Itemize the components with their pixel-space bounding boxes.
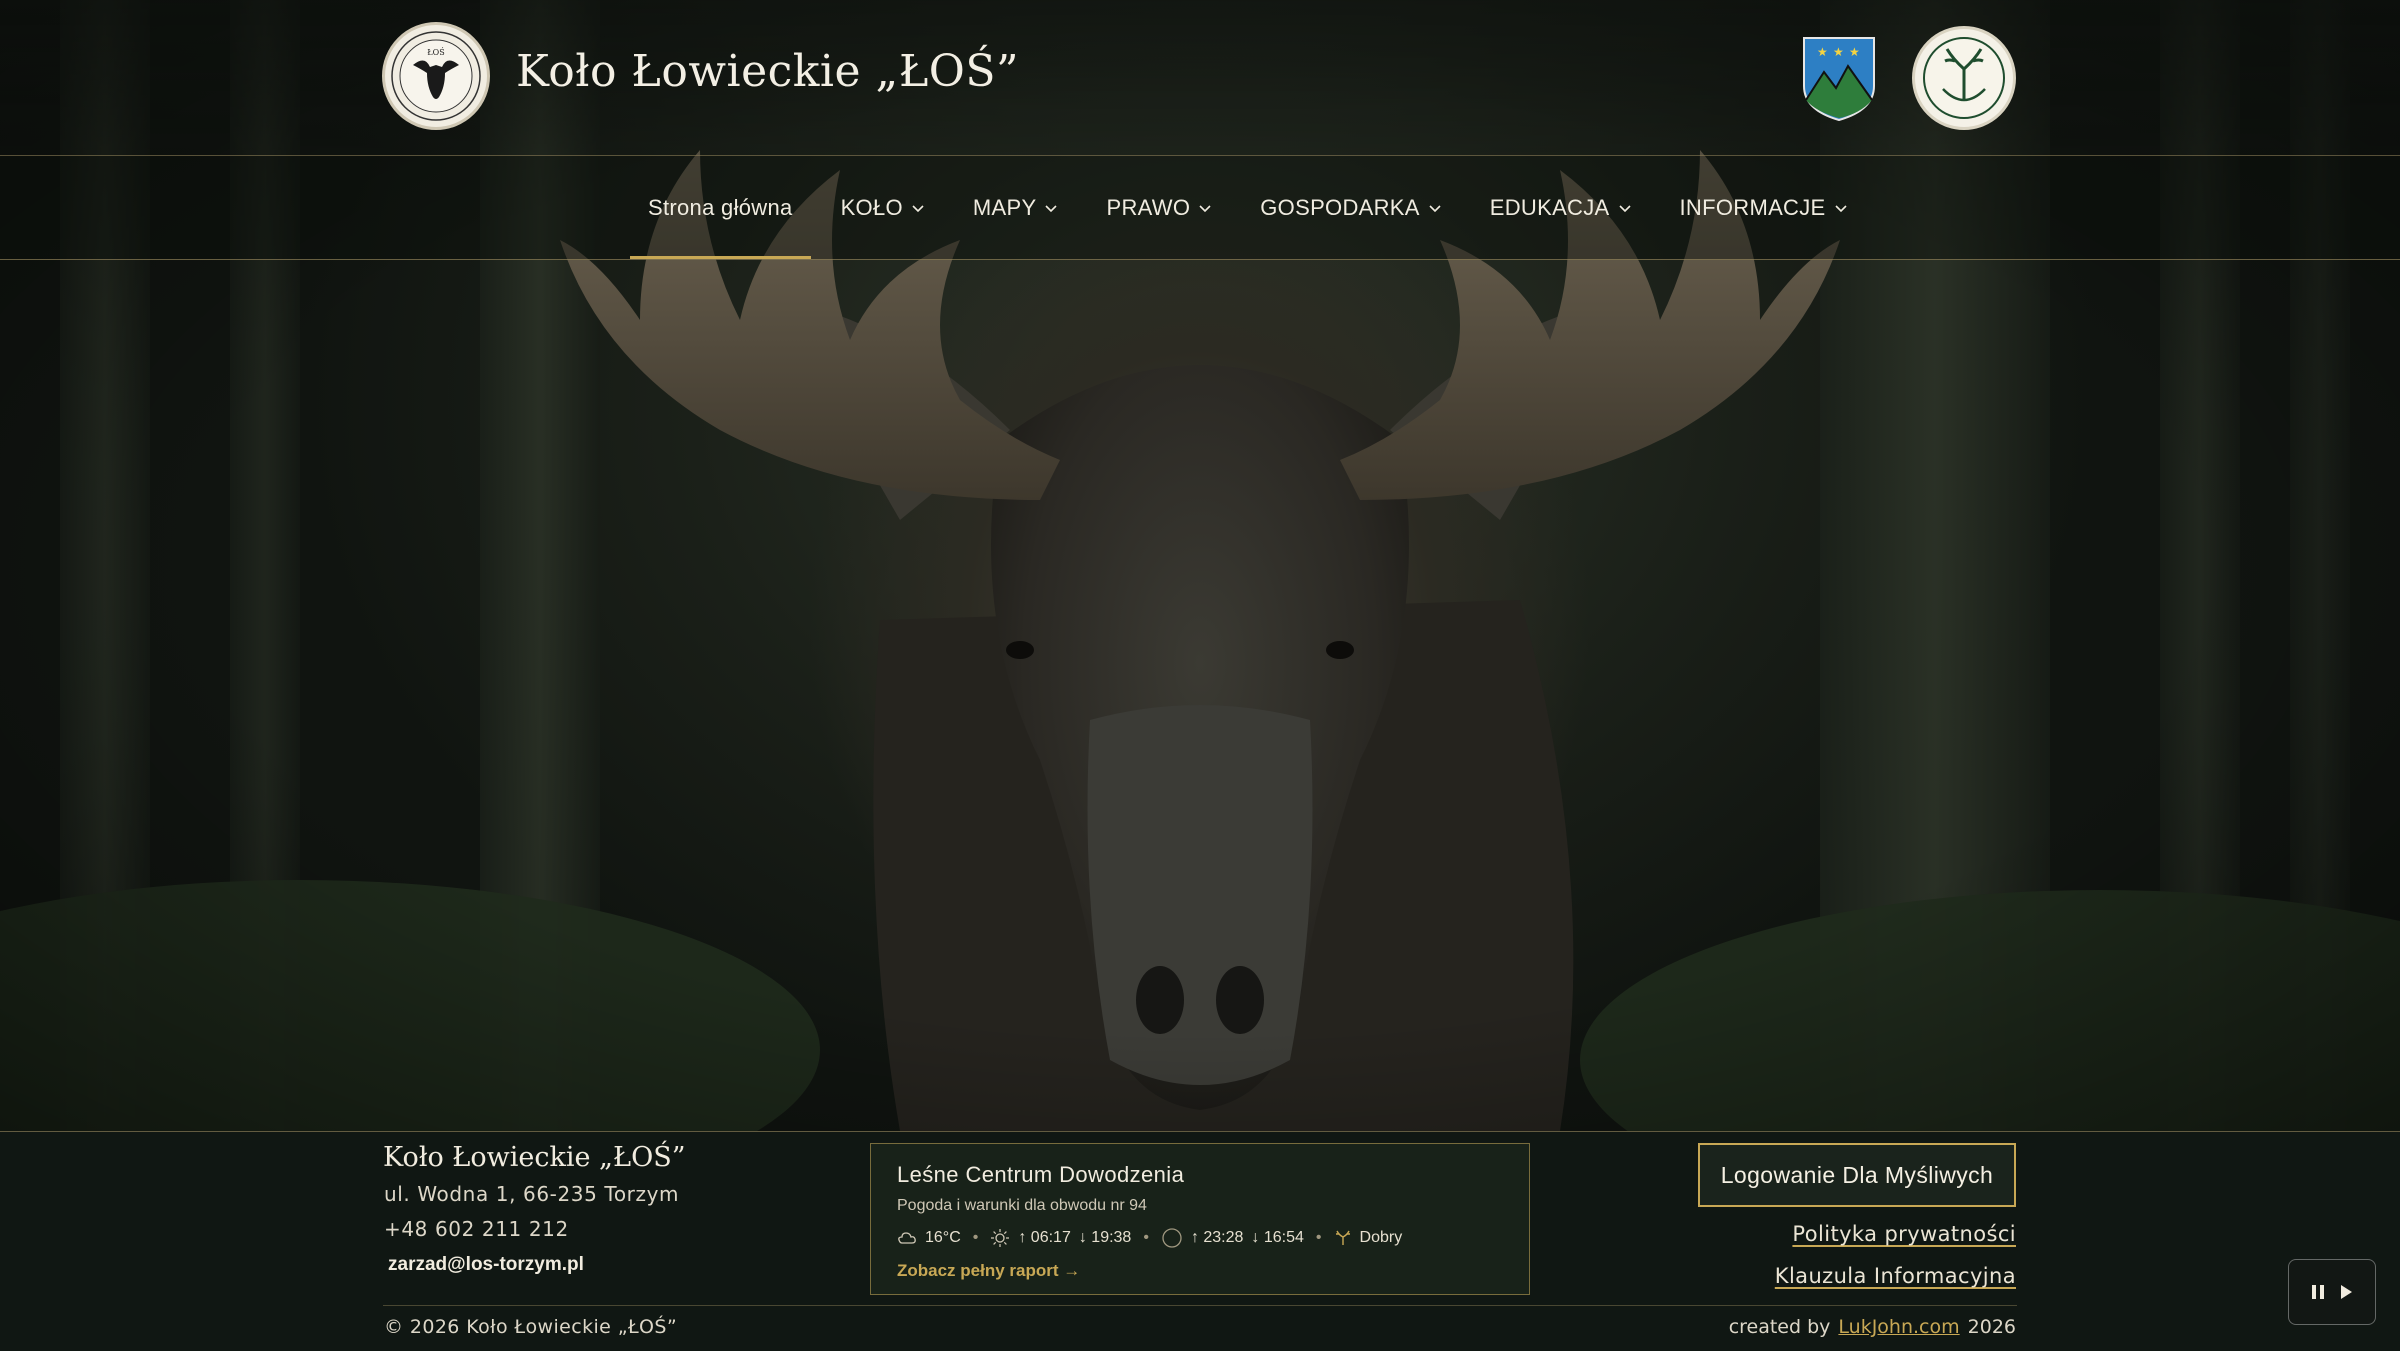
- club-logo[interactable]: ŁOŚ: [382, 22, 490, 130]
- information-clause-link[interactable]: Klauzula Informacyjna: [1775, 1264, 2016, 1288]
- separator: •: [1315, 1229, 1322, 1246]
- separator: •: [1143, 1229, 1149, 1246]
- weather-card-title: Leśne Centrum Dowodzenia: [897, 1162, 1185, 1187]
- nav-item-label: GOSPODARKA: [1260, 194, 1420, 220]
- credit-prefix: created by: [1728, 1316, 1831, 1338]
- weather-card-subtitle: Pogoda i warunki dla obwodu nr 94: [897, 1197, 1147, 1214]
- full-report-link[interactable]: Zobacz pełny raport →: [897, 1261, 1503, 1281]
- nav-item-strona-główna[interactable]: Strona główna: [630, 156, 811, 259]
- deer-antler-icon: [1335, 1230, 1350, 1245]
- hunter-login-button[interactable]: Logowanie Dla Myśliwych: [1698, 1143, 2016, 1207]
- chevron-down-icon: [1429, 204, 1441, 212]
- chevron-down-icon: [1618, 204, 1631, 212]
- footer-address: ul. Wodna 1, 66-235 Torzym: [384, 1182, 680, 1206]
- svg-text:ŁOŚ: ŁOŚ: [427, 48, 444, 57]
- pzl-emblem[interactable]: [1912, 26, 2016, 130]
- svg-text:★: ★: [1817, 45, 1828, 59]
- footer-credit: created by LukJohn.com 2026: [1729, 1316, 2016, 1338]
- footer-copyright: © 2026 Koło Łowieckie „ŁOŚ”: [384, 1316, 678, 1338]
- play-icon[interactable]: [2338, 1283, 2354, 1301]
- footer-phone[interactable]: +48 602 211 212: [384, 1217, 569, 1241]
- moonset-time: ↓ 16:54: [1251, 1229, 1304, 1246]
- nav-item-label: PRAWO: [1106, 194, 1191, 220]
- site-header: ŁOŚ Koło Łowieckie „ŁOŚ” ★ ★ ★: [0, 0, 2400, 156]
- privacy-policy-link[interactable]: Polityka prywatności: [1792, 1222, 2016, 1246]
- nav-item-gospodarka[interactable]: GOSPODARKA: [1242, 156, 1459, 259]
- nav-item-prawo[interactable]: PRAWO: [1088, 156, 1230, 259]
- weather-card[interactable]: Leśne Centrum Dowodzenia Pogoda i warunk…: [870, 1143, 1530, 1295]
- nav-item-label: Strona główna: [648, 194, 793, 220]
- nav-item-label: EDUKACJA: [1489, 194, 1610, 220]
- chevron-down-icon: [1045, 204, 1058, 212]
- moose-seal-icon: ŁOŚ: [391, 31, 481, 121]
- footer-divider: [383, 1305, 2017, 1306]
- svg-text:★: ★: [1833, 45, 1844, 59]
- site-title[interactable]: Koło Łowieckie „ŁOŚ”: [516, 46, 1019, 97]
- separator: •: [972, 1229, 979, 1246]
- moon-icon: [1162, 1228, 1182, 1248]
- nav-item-informacje[interactable]: INFORMACJE: [1662, 156, 1866, 259]
- chevron-down-icon: [912, 204, 924, 212]
- nav-item-mapy[interactable]: MAPY: [955, 156, 1077, 259]
- weather-stats: 16°C • ↑ 06:17 ↓ 19:38 • ↑ 23:28 ↓ 16:54…: [897, 1227, 1503, 1249]
- sunrise-time: ↑ 06:17: [1018, 1229, 1071, 1246]
- hunting-condition: Dobry: [1359, 1229, 1403, 1246]
- svg-text:★: ★: [1849, 45, 1860, 59]
- chevron-down-icon: [1834, 204, 1847, 212]
- nav-item-label: MAPY: [972, 194, 1037, 220]
- credit-year: 2026: [1967, 1316, 2016, 1338]
- temperature-value: 16°C: [925, 1229, 961, 1246]
- nav-item-koło[interactable]: KOŁO: [823, 156, 943, 259]
- sun-icon: [991, 1229, 1010, 1247]
- credit-link[interactable]: LukJohn.com: [1838, 1316, 1959, 1338]
- municipality-crest-icon[interactable]: ★ ★ ★: [1800, 34, 1878, 122]
- nav-item-label: KOŁO: [840, 194, 903, 220]
- slideshow-control-button[interactable]: [2288, 1259, 2376, 1325]
- chevron-down-icon: [1199, 204, 1211, 212]
- deer-antler-emblem-icon: [1923, 37, 2005, 119]
- nav-item-label: INFORMACJE: [1679, 194, 1826, 220]
- footer-email[interactable]: zarzad@los-torzym.pl: [388, 1254, 584, 1276]
- nav-item-edukacja[interactable]: EDUKACJA: [1472, 156, 1650, 259]
- pause-icon[interactable]: [2310, 1283, 2326, 1301]
- moonrise-time: ↑ 23:28: [1190, 1229, 1244, 1246]
- sunset-time: ↓ 19:38: [1078, 1229, 1132, 1246]
- main-navigation: Strona główna KOŁO MAPY PRAWO GOSPODARKA EDUK…: [0, 156, 2400, 260]
- nav-list: Strona główna KOŁO MAPY PRAWO GOSPODARKA EDUK…: [630, 156, 1878, 259]
- cloud-icon: [898, 1232, 916, 1244]
- footer-org-name: Koło Łowieckie „ŁOŚ”: [383, 1142, 686, 1173]
